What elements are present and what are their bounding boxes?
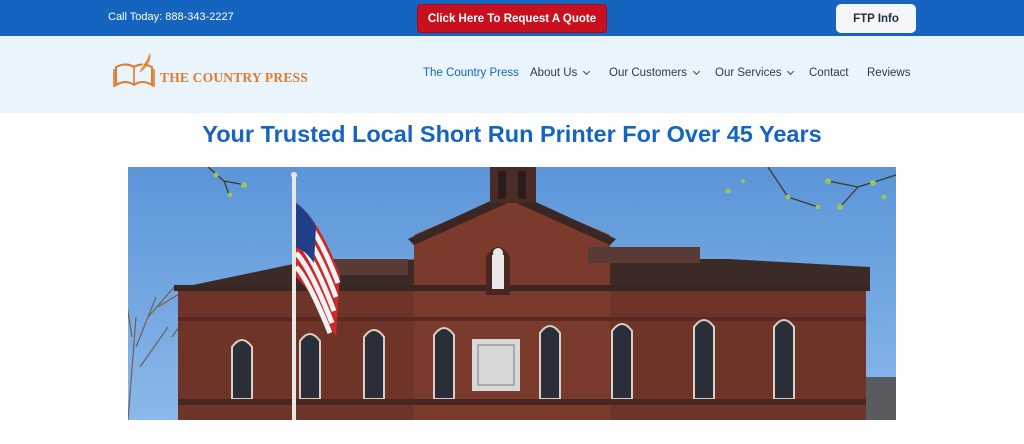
nav-item-contact[interactable]: Contact bbox=[809, 67, 849, 79]
site-header: THE COUNTRY PRESS The Country Press Abou… bbox=[0, 36, 1024, 113]
hero-title: Your Trusted Local Short Run Printer For… bbox=[202, 121, 822, 147]
top-bar: Call Today: 888-343-2227 Click Here To R… bbox=[0, 0, 1024, 36]
main-nav: The Country Press About Us Our Customers… bbox=[0, 67, 1024, 83]
hero-photo-courthouse bbox=[128, 167, 896, 420]
phone-number[interactable]: Call Today: 888-343-2227 bbox=[108, 11, 234, 23]
ftp-info-button[interactable]: FTP Info bbox=[836, 4, 916, 33]
nav-label: Reviews bbox=[867, 67, 911, 79]
nav-label: Contact bbox=[809, 67, 849, 79]
courthouse-illustration bbox=[128, 167, 896, 420]
nav-item-the-country-press[interactable]: The Country Press bbox=[423, 67, 519, 79]
chevron-down-icon bbox=[583, 67, 591, 76]
nav-label: Our Services bbox=[715, 67, 782, 79]
nav-item-our-services[interactable]: Our Services bbox=[715, 67, 795, 79]
nav-label: About Us bbox=[530, 67, 578, 79]
request-quote-button[interactable]: Click Here To Request A Quote bbox=[417, 4, 607, 33]
chevron-down-icon bbox=[692, 67, 701, 76]
chevron-down-icon bbox=[787, 67, 795, 76]
nav-item-our-customers[interactable]: Our Customers bbox=[609, 67, 701, 79]
nav-label: Our Customers bbox=[609, 67, 687, 79]
nav-item-reviews[interactable]: Reviews bbox=[867, 67, 910, 79]
nav-item-about-us[interactable]: About Us bbox=[530, 67, 591, 79]
nav-label: The Country Press bbox=[423, 67, 519, 79]
